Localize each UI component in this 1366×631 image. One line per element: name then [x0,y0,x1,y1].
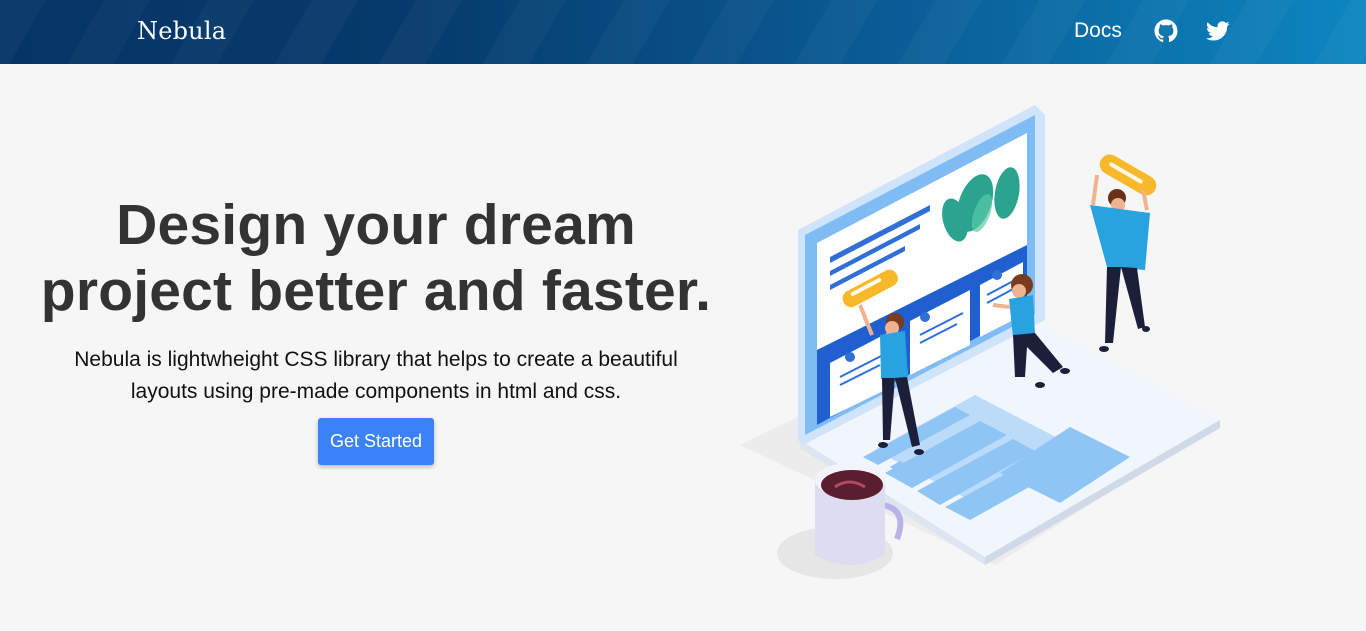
brand-logo[interactable]: Nebula [137,17,226,45]
hero-illustration [740,105,1220,579]
hero-subtitle: Nebula is lightwheight CSS library that … [40,344,712,408]
github-icon[interactable] [1154,19,1178,43]
navbar: Nebula Docs [0,0,1366,64]
hero-title: Design your dream project better and fas… [40,192,712,324]
hero-title-line-1: Design your dream [116,193,636,257]
hero-subtitle-line-2: layouts using pre-made components in htm… [130,380,622,403]
hero-subtitle-line-1: Nebula is lightwheight CSS library that … [74,348,678,371]
hero-title-line-2: project better and faster. [40,259,712,323]
nav-docs-link[interactable]: Docs [1074,19,1122,43]
twitter-icon[interactable] [1206,19,1230,43]
get-started-button[interactable]: Get Started [318,418,434,465]
hero-section: Design your dream project better and fas… [40,192,712,408]
